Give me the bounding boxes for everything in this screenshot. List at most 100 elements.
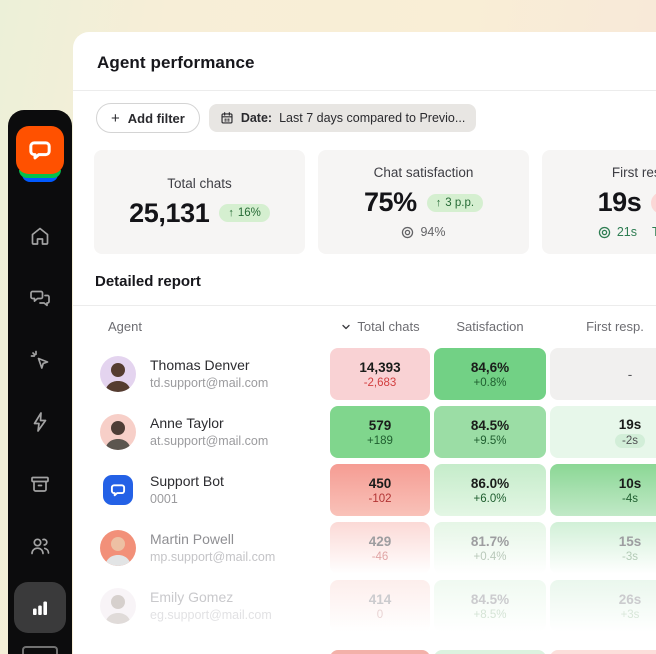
avatar — [100, 530, 136, 566]
cell-total-chats[interactable]: 414 0 — [330, 580, 430, 632]
cell-satisfaction[interactable]: 81.7% +0.4% — [434, 522, 546, 574]
chevron-down-icon — [342, 324, 351, 329]
cell-total-chats[interactable]: 450 -102 — [330, 464, 430, 516]
stat-value: 75% — [363, 187, 417, 217]
column-header-agent[interactable]: Agent — [108, 319, 142, 334]
add-filter-label: Add filter — [127, 110, 185, 126]
cell-first-response[interactable]: - — [550, 348, 656, 400]
target-value: 21s — [616, 225, 637, 239]
table-row[interactable]: Emily Gomez eg.support@mail.com 414 0 84… — [73, 580, 656, 632]
agent-id: 0001 — [150, 492, 178, 506]
cell-first-response[interactable]: 15s -3s — [550, 522, 656, 574]
calendar-icon — [221, 112, 233, 124]
cell-satisfaction[interactable]: 84.5% +8.5% — [434, 580, 546, 632]
date-chip-value: Last 7 days compared to Previo... — [279, 111, 466, 125]
cell-satisfaction[interactable]: 86.0% +6.0% — [434, 464, 546, 516]
livechat-logo-icon — [16, 126, 64, 174]
agent-name: Emily Gomez — [150, 589, 234, 605]
stat-value: 25,131 — [129, 197, 210, 228]
sidebar-item-partial[interactable] — [22, 646, 58, 654]
table-row[interactable]: Anne Taylor at.support@mail.com 579 +189… — [73, 406, 656, 458]
stat-card-chat-satisfaction[interactable]: Chat satisfaction 75% ↑ 3 p.p. 94% — [318, 150, 529, 254]
home-icon — [31, 228, 49, 246]
filter-row: + Add filter Date: Last 7 days compared … — [96, 103, 656, 133]
avatar — [100, 588, 136, 624]
sidebar-item-automation[interactable] — [14, 397, 66, 448]
agent-name: Thomas Denver — [150, 357, 250, 373]
cell-satisfaction[interactable]: 84.5% +9.5% — [434, 406, 546, 458]
trend-badge: ↑ 16% — [219, 204, 270, 222]
divider — [73, 305, 656, 306]
sidebar — [8, 110, 72, 654]
agent-email: mp.support@mail.com — [150, 550, 276, 564]
target-value: 94% — [420, 225, 446, 239]
cell-total-chats[interactable] — [330, 650, 430, 654]
cell-first-response[interactable]: 26s +3s — [550, 580, 656, 632]
cell-total-chats[interactable]: 429 -46 — [330, 522, 430, 574]
table-header: Agent Total chats Satisfaction First res… — [73, 319, 656, 339]
arrow-up-icon: ↑ — [228, 207, 234, 219]
trend-badge-negative — [651, 191, 656, 214]
stat-card-total-chats[interactable]: Total chats 25,131 ↑ 16% — [94, 150, 305, 254]
target-icon — [598, 226, 611, 238]
table-body: Thomas Denver td.support@mail.com 14,393… — [73, 348, 656, 654]
cell-total-chats[interactable]: 579 +189 — [330, 406, 430, 458]
agent-email: eg.support@mail.com — [150, 608, 272, 622]
bot-avatar — [103, 475, 133, 505]
cell-first-response[interactable] — [550, 650, 656, 654]
app-stage: Agent performance + Add filter Date: Las… — [0, 0, 656, 654]
cell-first-response[interactable]: 10s -4s — [550, 464, 656, 516]
column-header-satisfaction[interactable]: Satisfaction — [434, 319, 546, 334]
cell-satisfaction[interactable]: 84,6% +0.8% — [434, 348, 546, 400]
sidebar-item-chats[interactable] — [14, 273, 66, 324]
trend-badge: ↑ 3 p.p. — [426, 193, 484, 212]
lightning-icon — [33, 412, 47, 432]
stat-title: Total chats — [167, 175, 232, 191]
cell-total-chats[interactable]: 14,393 -2,683 — [330, 348, 430, 400]
bar-chart-icon — [33, 601, 47, 615]
divider — [73, 90, 656, 91]
target-row: 94% — [401, 225, 446, 239]
agent-name: Anne Taylor — [150, 415, 224, 431]
livechat-logo[interactable] — [16, 126, 64, 182]
avatar — [100, 414, 136, 450]
avatar — [100, 356, 136, 392]
column-header-total-chats[interactable]: Total chats — [330, 319, 430, 334]
agent-name: Martin Powell — [150, 531, 235, 547]
agent-name: Support Bot — [150, 473, 224, 489]
date-filter-chip[interactable]: Date: Last 7 days compared to Previo... — [208, 104, 477, 132]
sidebar-item-team[interactable] — [14, 520, 66, 571]
table-row[interactable]: Thomas Denver td.support@mail.com 14,393… — [73, 348, 656, 400]
target-row: 21s Target a — [598, 225, 656, 239]
page-title: Agent performance — [97, 53, 255, 72]
cell-first-response[interactable]: 19s -2s — [550, 406, 656, 458]
table-row[interactable]: Support Bot 0001 450 -102 86.0% +6.0% 10… — [73, 464, 656, 516]
sidebar-item-archives[interactable] — [14, 459, 66, 510]
target-label: Target a — [651, 225, 656, 239]
table-row-partial[interactable] — [73, 650, 656, 654]
sidebar-item-reports[interactable] — [14, 582, 66, 634]
sidebar-item-ai-assist[interactable] — [14, 335, 66, 386]
column-header-first-resp[interactable]: First resp. — [550, 319, 656, 334]
target-icon — [402, 226, 414, 238]
report-title: Detailed report — [95, 273, 201, 290]
archive-icon — [31, 476, 49, 492]
agent-email: td.support@mail.com — [150, 376, 269, 390]
date-chip-label: Date: — [240, 111, 273, 125]
stat-card-first-response[interactable]: First respon 19s 21s Target a — [542, 150, 656, 254]
stat-title: First respon — [611, 165, 656, 180]
chats-icon — [30, 290, 50, 307]
cell-satisfaction[interactable] — [434, 650, 546, 654]
stat-cards: Total chats 25,131 ↑ 16% Chat satisfacti… — [94, 150, 656, 254]
add-filter-button[interactable]: + Add filter — [96, 103, 200, 133]
table-row[interactable]: Martin Powell mp.support@mail.com 429 -4… — [73, 522, 656, 574]
sidebar-item-home[interactable] — [14, 211, 66, 262]
plus-icon: + — [111, 109, 120, 127]
team-icon — [31, 538, 50, 555]
stat-value: 19s — [597, 187, 642, 217]
cursor-spark-icon — [30, 350, 49, 370]
arrow-up-icon: ↑ — [435, 196, 442, 209]
stat-title: Chat satisfaction — [373, 165, 474, 180]
main-panel: Agent performance + Add filter Date: Las… — [73, 32, 656, 654]
agent-email: at.support@mail.com — [150, 434, 269, 448]
